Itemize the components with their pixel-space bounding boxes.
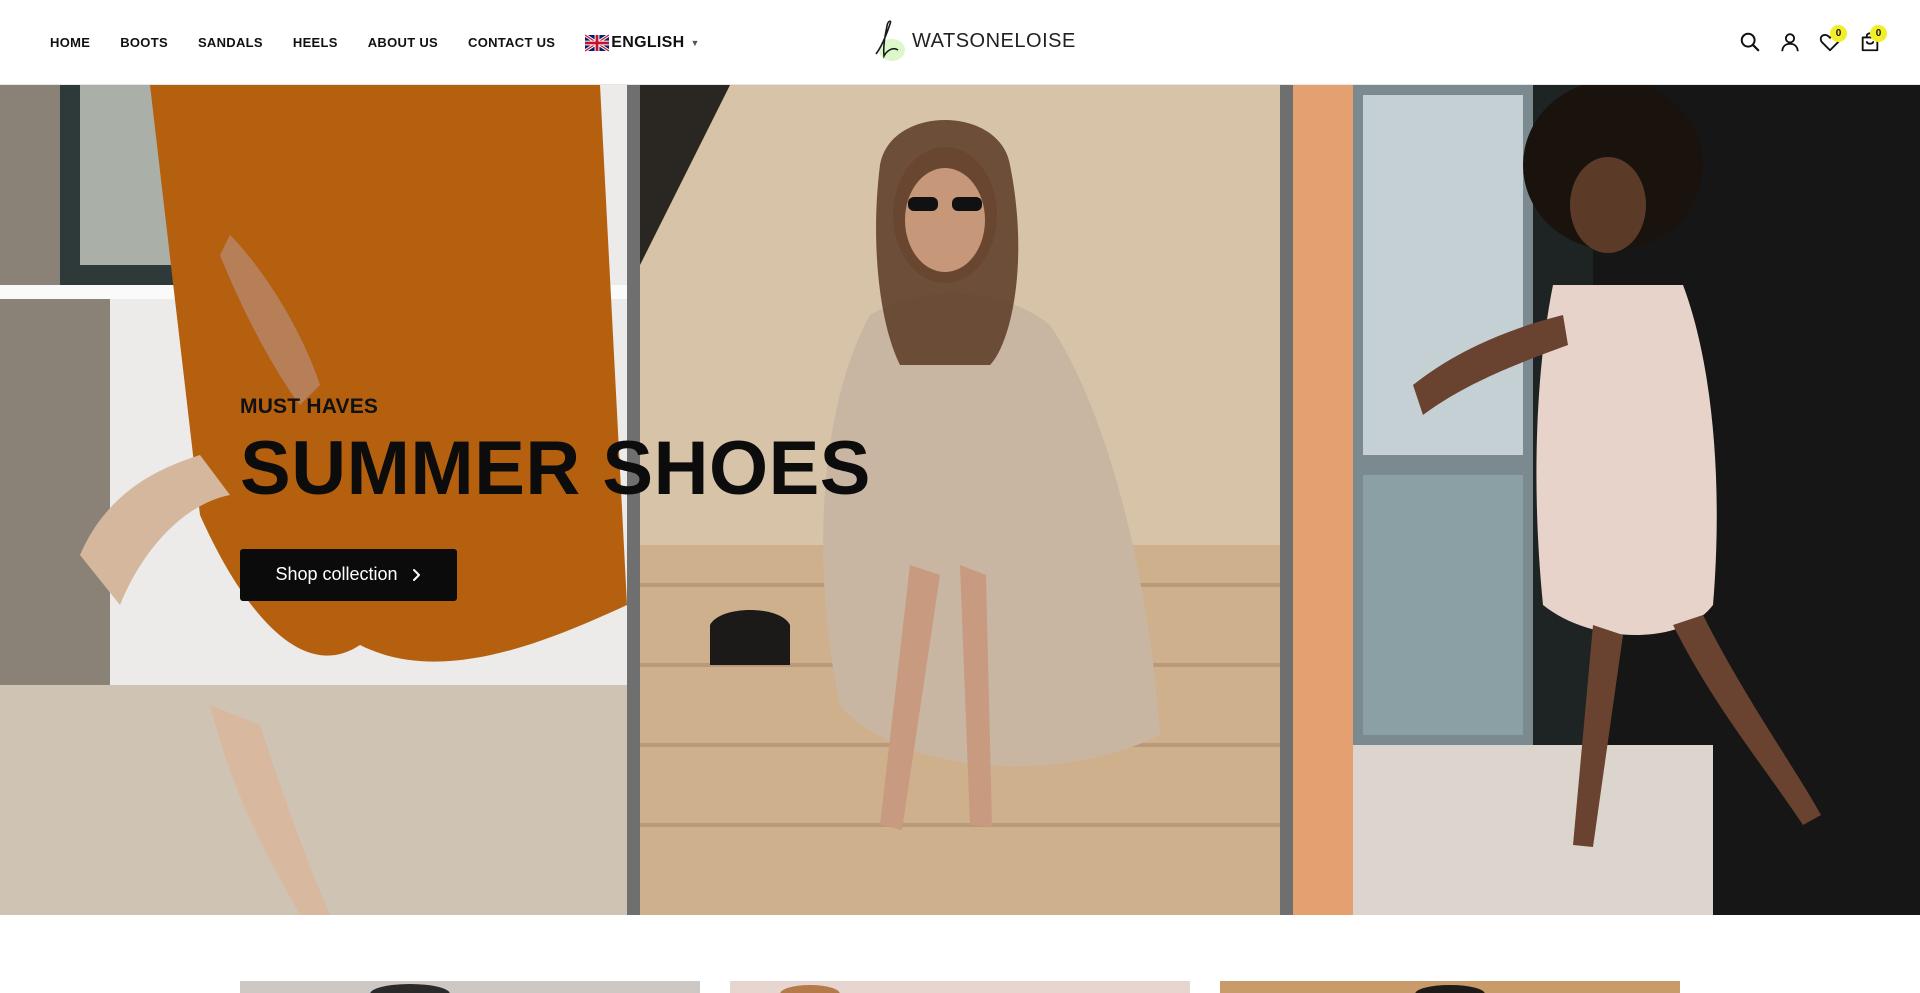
- hero-banner: MUST HAVES SUMMER SHOES Shop collection: [0, 85, 1920, 915]
- hero-content: MUST HAVES SUMMER SHOES Shop collection: [240, 395, 871, 601]
- nav-item-sandals[interactable]: SANDALS: [198, 35, 263, 50]
- brand-name: WATSONELOISE: [912, 29, 1076, 52]
- cart-button[interactable]: 0: [1850, 22, 1890, 62]
- uk-flag-icon: [585, 33, 610, 52]
- category-cards: [240, 981, 1680, 993]
- hero-headline: SUMMER SHOES: [240, 426, 871, 511]
- shop-collection-button[interactable]: Shop collection: [240, 548, 457, 601]
- account-button[interactable]: [1770, 22, 1810, 62]
- language-selector[interactable]: ENGLISH ▼: [585, 33, 700, 52]
- hero-photo-illustration-right: [1293, 85, 1920, 915]
- category-card-3[interactable]: [1220, 981, 1680, 993]
- wishlist-button[interactable]: 0: [1810, 22, 1850, 62]
- search-icon: [1740, 32, 1760, 52]
- caret-down-icon: ▼: [690, 37, 700, 48]
- nav-item-home[interactable]: HOME: [50, 35, 90, 50]
- search-button[interactable]: [1730, 22, 1770, 62]
- site-header: HOME BOOTS SANDALS HEELS ABOUT US CONTAC…: [0, 0, 1920, 85]
- category-card-image-3: [1220, 982, 1680, 993]
- hero-divider-2: [1280, 85, 1293, 915]
- language-label: ENGLISH: [611, 33, 685, 51]
- user-icon: [1781, 33, 1799, 52]
- category-card-1[interactable]: [240, 981, 700, 993]
- main-navigation: HOME BOOTS SANDALS HEELS ABOUT US CONTAC…: [50, 0, 699, 85]
- logo-signature-icon: [875, 20, 905, 61]
- nav-item-contact-us[interactable]: CONTACT US: [468, 35, 555, 50]
- chevron-right-icon: [412, 568, 420, 581]
- hero-image-right: [1293, 85, 1920, 915]
- category-card-2[interactable]: [730, 981, 1190, 993]
- nav-item-heels[interactable]: HEELS: [293, 35, 338, 50]
- shop-collection-label: Shop collection: [275, 564, 398, 585]
- nav-item-boots[interactable]: BOOTS: [120, 35, 168, 50]
- header-actions: 0 0: [1730, 20, 1890, 64]
- category-card-image-1: [240, 982, 700, 993]
- nav-item-about-us[interactable]: ABOUT US: [368, 35, 438, 50]
- cart-count-badge: 0: [1870, 25, 1887, 42]
- wishlist-count-badge: 0: [1830, 25, 1847, 42]
- hero-eyebrow: MUST HAVES: [240, 395, 379, 418]
- category-card-image-2: [730, 982, 1190, 993]
- brand-logo[interactable]: WATSONELOISE: [868, 16, 1076, 66]
